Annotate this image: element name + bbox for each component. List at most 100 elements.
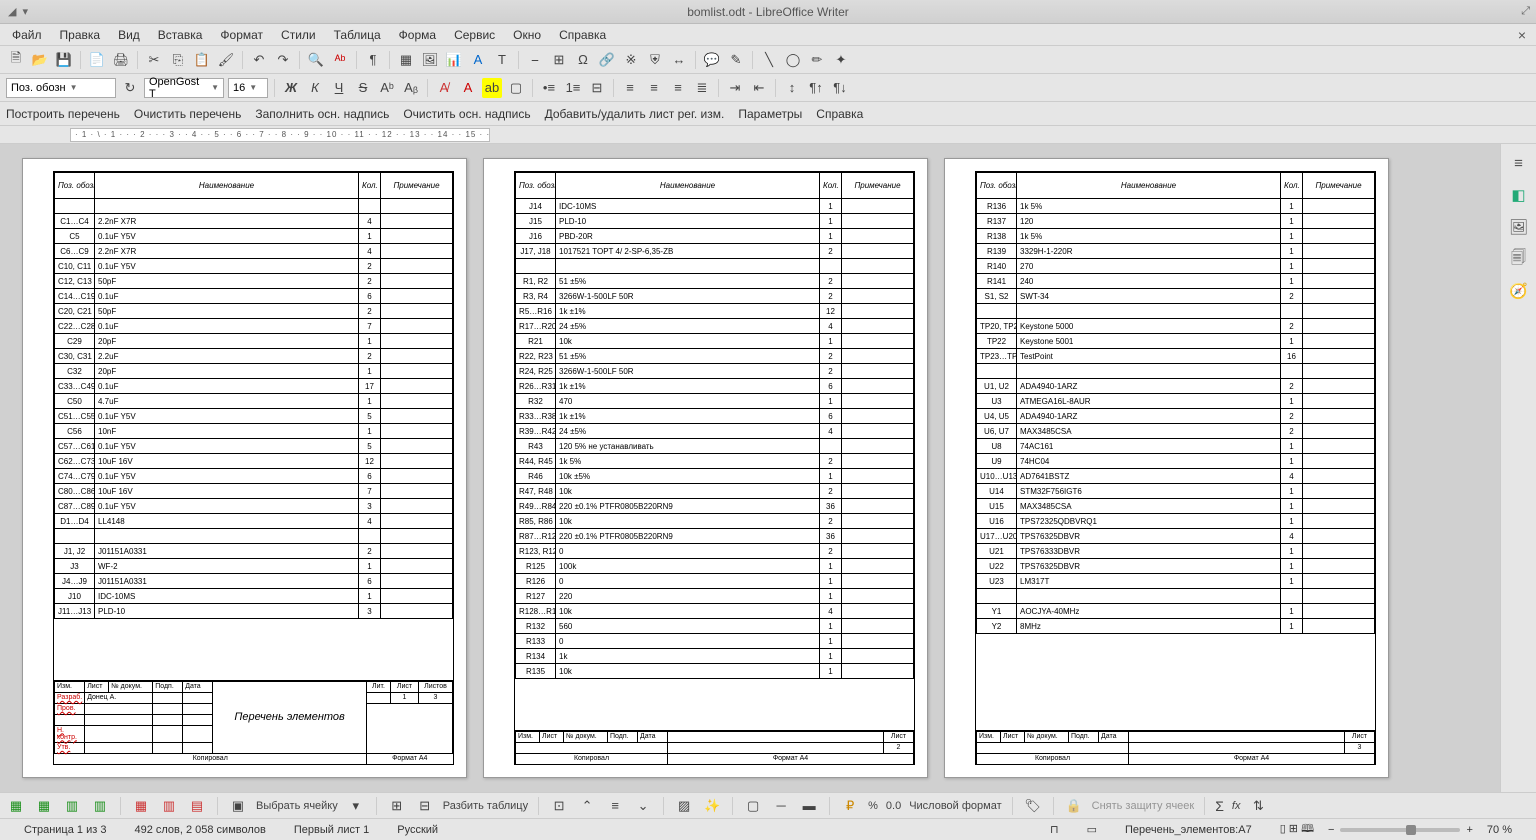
table-row[interactable] — [55, 529, 453, 544]
borders-icon[interactable]: ▢ — [743, 796, 763, 816]
number-format[interactable]: Числовой формат — [909, 800, 1001, 812]
text-icon[interactable]: T — [492, 50, 512, 70]
status-style[interactable]: Первый лист 1 — [280, 824, 383, 836]
table-icon[interactable]: ▦ — [396, 50, 416, 70]
strike-icon[interactable]: S — [353, 78, 373, 98]
textbox-icon[interactable]: A — [468, 50, 488, 70]
align-left-icon[interactable]: ≡ — [620, 78, 640, 98]
paragraph-style-combo[interactable]: Поз. обозн▼ — [6, 78, 116, 98]
clearformat-icon[interactable]: A̸ — [434, 78, 454, 98]
table-row[interactable]: C57…C610.1uF Y5V5 — [55, 439, 453, 454]
table-row[interactable]: U4, U5ADA4940-1ARZ2 — [977, 409, 1375, 424]
horizontal-ruler[interactable]: · 1 · \ · 1 · · · 2 · · · 3 · · 4 · · 5 … — [70, 128, 490, 142]
table-row[interactable]: R1402701 — [977, 259, 1375, 274]
table-row[interactable]: C1…C42.2nF X7R4 — [55, 214, 453, 229]
bordercolor-icon[interactable]: ▬ — [799, 796, 819, 816]
table-row[interactable]: R44, R451k 5%2 — [516, 454, 914, 469]
export-pdf-icon[interactable]: 📄 — [87, 50, 107, 70]
status-words[interactable]: 492 слов, 2 058 символов — [120, 824, 279, 836]
table-row[interactable]: U6, U7MAX3485CSA2 — [977, 424, 1375, 439]
paraspacing-dec-icon[interactable]: ¶↓ — [830, 78, 850, 98]
table-row[interactable]: TP22Keystone 50011 — [977, 334, 1375, 349]
table-row[interactable]: U17…U20TPS76325DBVR4 — [977, 529, 1375, 544]
table-row[interactable]: TP23…TP38TestPoint16 — [977, 349, 1375, 364]
table-row[interactable]: C87…C890.1uF Y5V3 — [55, 499, 453, 514]
sidebar-page-icon[interactable]: 🗐 — [1508, 248, 1530, 270]
table-row[interactable] — [977, 589, 1375, 604]
gost-clear-stamp[interactable]: Очистить осн. надпись — [403, 107, 530, 121]
table-row[interactable]: R85, R8610k2 — [516, 514, 914, 529]
align-top-icon[interactable]: ⌃ — [577, 796, 597, 816]
table-row[interactable]: C6…C92.2nF X7R4 — [55, 244, 453, 259]
underline-icon[interactable]: Ч — [329, 78, 349, 98]
status-page[interactable]: Страница 1 из 3 — [10, 824, 120, 836]
table-row[interactable]: U16TPS72325QDBVRQ11 — [977, 514, 1375, 529]
table-row[interactable]: R49…R84220 ±0.1% PTFR0805B220RN936 — [516, 499, 914, 514]
table-row[interactable] — [516, 259, 914, 274]
table-row[interactable]: R43120 5% не устанавливать — [516, 439, 914, 454]
menu-view[interactable]: Вид — [110, 26, 148, 44]
new-icon[interactable]: 🗎 — [6, 50, 26, 70]
charbg-icon[interactable]: ▢ — [506, 78, 526, 98]
table-row[interactable]: J10IDC-10MS1 — [55, 589, 453, 604]
gost-clear[interactable]: Очистить перечень — [134, 107, 242, 121]
table-row[interactable]: U14STM32F756IGT61 — [977, 484, 1375, 499]
sidebar-navigator-icon[interactable]: 🧭 — [1508, 280, 1530, 302]
redo-icon[interactable]: ↷ — [273, 50, 293, 70]
gost-help[interactable]: Справка — [816, 107, 863, 121]
table-row[interactable]: R3, R43266W-1-500LF 50R2 — [516, 289, 914, 304]
clone-format-icon[interactable]: 🖌 — [216, 50, 236, 70]
table-row[interactable]: R22, R2351 ±5%2 — [516, 349, 914, 364]
table-row[interactable]: R1, R251 ±5%2 — [516, 274, 914, 289]
align-bot-icon[interactable]: ⌄ — [633, 796, 653, 816]
table-row[interactable]: S1, S2SWT-342 — [977, 289, 1375, 304]
table-row[interactable]: Y28MHz1 — [977, 619, 1375, 634]
table-row[interactable]: R12601 — [516, 574, 914, 589]
nonprinting-icon[interactable]: ¶ — [363, 50, 383, 70]
currency-icon[interactable]: ₽ — [840, 796, 860, 816]
table-row[interactable]: J15PLD-101 — [516, 214, 914, 229]
select-cell[interactable]: Выбрать ячейку — [256, 800, 338, 812]
highlight-icon[interactable]: ab — [482, 78, 502, 98]
zoom-slider[interactable]: −+ — [1328, 824, 1473, 836]
bom-table-1[interactable]: Поз. обозна- чение Наименование Кол. При… — [54, 172, 453, 619]
delete-row-icon[interactable]: ▦ — [131, 796, 151, 816]
autoformat-icon[interactable]: ✨ — [702, 796, 722, 816]
table-row[interactable]: C50.1uF Y5V1 — [55, 229, 453, 244]
field-icon[interactable]: ⊞ — [549, 50, 569, 70]
table-row[interactable]: C3220pF1 — [55, 364, 453, 379]
menu-file[interactable]: Файл — [4, 26, 50, 44]
menu-window[interactable]: Окно — [505, 26, 549, 44]
fontwork-icon[interactable]: ✦ — [831, 50, 851, 70]
table-row[interactable]: R13510k1 — [516, 664, 914, 679]
font-size-combo[interactable]: 16▼ — [228, 78, 268, 98]
table-row[interactable]: R39…R4224 ±5%4 — [516, 424, 914, 439]
draw-icon[interactable]: ✏ — [807, 50, 827, 70]
bom-table-3[interactable]: Поз. обозна- чениеНаименованиеКол.Примеч… — [976, 172, 1375, 634]
specialchar-icon[interactable]: Ω — [573, 50, 593, 70]
table-row[interactable]: R1371201 — [977, 214, 1375, 229]
paraspacing-inc-icon[interactable]: ¶↑ — [806, 78, 826, 98]
delete-col-icon[interactable]: ▥ — [159, 796, 179, 816]
table-row[interactable]: R128…R13110k4 — [516, 604, 914, 619]
menu-format[interactable]: Формат — [212, 26, 271, 44]
menu-insert[interactable]: Вставка — [150, 26, 211, 44]
table-row[interactable]: R2110k1 — [516, 334, 914, 349]
menu-styles[interactable]: Стили — [273, 26, 324, 44]
table-row[interactable]: C504.7uF1 — [55, 394, 453, 409]
align-center-icon[interactable]: ≡ — [644, 78, 664, 98]
insert-row-before-icon[interactable]: ▦ — [6, 796, 26, 816]
caption-icon[interactable]: 🏷 — [1023, 796, 1043, 816]
table-row[interactable] — [55, 199, 453, 214]
menu-help[interactable]: Справка — [551, 26, 614, 44]
image-icon[interactable]: 🖼 — [420, 50, 440, 70]
table-row[interactable]: J1, J2J01151A03312 — [55, 544, 453, 559]
cut-icon[interactable]: ✂ — [144, 50, 164, 70]
table-row[interactable]: J14IDC-10MS1 — [516, 199, 914, 214]
table-row[interactable]: U21TPS76333DBVR1 — [977, 544, 1375, 559]
status-lang[interactable]: Русский — [383, 824, 452, 836]
table-row[interactable]: R17…R2024 ±5%4 — [516, 319, 914, 334]
table-row[interactable]: C74…C790.1uF Y5V6 — [55, 469, 453, 484]
menu-edit[interactable]: Правка — [52, 26, 109, 44]
align-justify-icon[interactable]: ≣ — [692, 78, 712, 98]
